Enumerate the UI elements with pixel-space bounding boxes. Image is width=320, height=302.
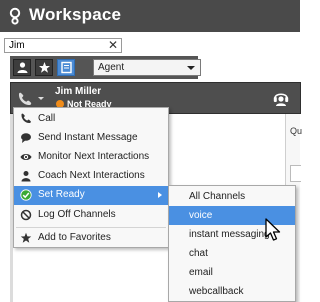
toolbar: Agent — [10, 56, 201, 79]
eye-icon — [20, 154, 32, 160]
logoff-icon — [20, 209, 32, 221]
submenu-item-chat[interactable]: chat — [169, 244, 295, 263]
person-filter-button[interactable] — [13, 59, 31, 76]
set-ready-submenu: All Channels voice instant messaging cha… — [168, 185, 296, 302]
chevron-down-icon — [187, 66, 195, 70]
chevron-down-icon[interactable] — [38, 97, 44, 100]
menu-item-add-to-favorites[interactable]: Add to Favorites — [14, 229, 168, 248]
submenu-item-all-channels[interactable]: All Channels — [169, 187, 295, 206]
menu-item-label: Add to Favorites — [38, 232, 111, 243]
menu-item-log-off-channels[interactable]: Log Off Channels — [14, 206, 168, 225]
menu-item-monitor-next-interactions[interactable]: Monitor Next Interactions — [14, 148, 168, 167]
right-panel-field[interactable] — [290, 165, 301, 182]
star-icon — [39, 62, 50, 73]
phone-icon[interactable] — [17, 92, 33, 106]
right-panel-edge-text: Qu — [290, 126, 303, 136]
phone-icon — [21, 113, 31, 124]
person-icon — [17, 62, 28, 73]
menu-item-label: Log Off Channels — [38, 209, 116, 220]
submenu-item-label: All Channels — [189, 191, 246, 202]
agent-type-select[interactable]: Agent — [93, 59, 201, 76]
menu-item-label: Call — [38, 113, 56, 124]
menu-divider — [16, 227, 166, 228]
agent-context-menu: Call Send Instant Message Monitor Next I… — [13, 107, 169, 248]
contacts-filter-button[interactable] — [57, 59, 75, 76]
star-icon — [20, 232, 32, 243]
submenu-item-label: webcallback — [189, 286, 244, 297]
menu-item-label: Send Instant Message — [38, 132, 138, 143]
submenu-item-label: chat — [189, 248, 208, 259]
search-box[interactable]: ✕ — [4, 38, 122, 53]
submenu-item-label: instant messaging — [189, 229, 270, 240]
workspace-logo-icon — [9, 7, 21, 25]
mouse-cursor-icon — [265, 218, 281, 241]
headset-agent-icon — [273, 93, 289, 106]
contacts-icon — [61, 61, 72, 74]
coach-icon — [21, 171, 31, 182]
agent-select-value: Agent — [98, 62, 125, 73]
menu-item-label: Monitor Next Interactions — [38, 151, 150, 162]
menu-item-call[interactable]: Call — [14, 110, 168, 129]
clear-search-icon[interactable]: ✕ — [108, 39, 118, 52]
submenu-item-email[interactable]: email — [169, 263, 295, 282]
menu-item-coach-next-interactions[interactable]: Coach Next Interactions — [14, 167, 168, 186]
chevron-right-icon — [158, 192, 162, 198]
menu-item-label: Set Ready — [38, 189, 85, 200]
chat-bubble-icon — [21, 133, 31, 143]
submenu-item-label: email — [189, 267, 213, 278]
favorites-filter-button[interactable] — [35, 59, 53, 76]
title-bar: Workspace — [0, 0, 300, 32]
menu-item-send-instant-message[interactable]: Send Instant Message — [14, 129, 168, 148]
menu-item-set-ready[interactable]: Set Ready — [14, 186, 168, 205]
submenu-item-label: voice — [189, 210, 213, 221]
agent-name: Jim Miller — [55, 86, 102, 97]
search-input[interactable] — [5, 39, 109, 52]
ready-icon — [20, 189, 32, 201]
submenu-item-webcallback[interactable]: webcallback — [169, 282, 295, 301]
menu-item-label: Coach Next Interactions — [38, 170, 145, 181]
app-title: Workspace — [29, 5, 122, 24]
